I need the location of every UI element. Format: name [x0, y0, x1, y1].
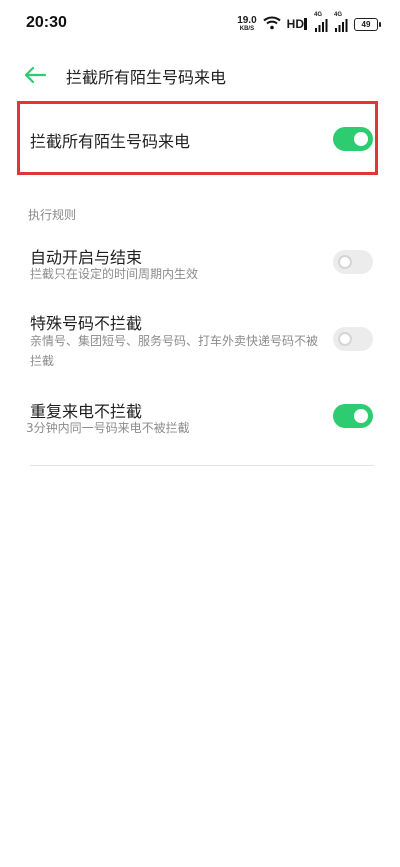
auto-schedule-toggle[interactable] — [333, 250, 373, 274]
status-time: 20:30 — [26, 14, 67, 31]
wifi-icon — [262, 15, 281, 34]
hd-icon: HD — [287, 17, 308, 31]
status-bar: 20:30 19.0 KB/S HD 4G 4G 49 — [0, 0, 400, 48]
network-speed-unit: KB/S — [239, 26, 255, 32]
divider — [30, 465, 374, 466]
network-speed: 19.0 KB/S — [237, 15, 257, 33]
signal-tag: 4G — [314, 12, 323, 18]
status-icons: 19.0 KB/S HD 4G 4G 49 — [237, 12, 381, 34]
auto-schedule-subtitle: 拦截只在设定的时间周期内生效 — [30, 267, 199, 281]
toggle-knob — [338, 255, 352, 269]
signal-icon: 4G — [334, 12, 348, 32]
toggle-knob — [338, 332, 352, 346]
toggle-knob — [354, 132, 368, 146]
special-numbers-subtitle: 亲情号、集团短号、服务号码、打车外卖快递号码不被拦截 — [30, 334, 319, 368]
signal-tag: 4G — [334, 12, 343, 18]
section-header: 执行规则 — [28, 208, 77, 222]
block-all-unknown-label: 拦截所有陌生号码来电 — [30, 132, 191, 151]
repeat-calls-toggle[interactable] — [333, 404, 373, 428]
page-title: 拦截所有陌生号码来电 — [66, 68, 227, 87]
toggle-knob — [354, 409, 368, 423]
toolbar: 拦截所有陌生号码来电 — [0, 52, 400, 96]
back-arrow-icon — [24, 66, 47, 84]
repeat-calls-subtitle: 3分钟内同一号码来电不被拦截 — [26, 421, 190, 435]
signal-icon: 4G — [314, 12, 328, 32]
battery-level: 49 — [361, 19, 371, 29]
battery-icon: 49 — [354, 17, 381, 31]
special-numbers-toggle[interactable] — [333, 327, 373, 351]
hd-label: HD — [286, 17, 304, 31]
network-speed-value: 19.0 — [237, 15, 257, 26]
back-button[interactable] — [20, 60, 50, 90]
block-all-unknown-toggle[interactable] — [333, 127, 373, 151]
